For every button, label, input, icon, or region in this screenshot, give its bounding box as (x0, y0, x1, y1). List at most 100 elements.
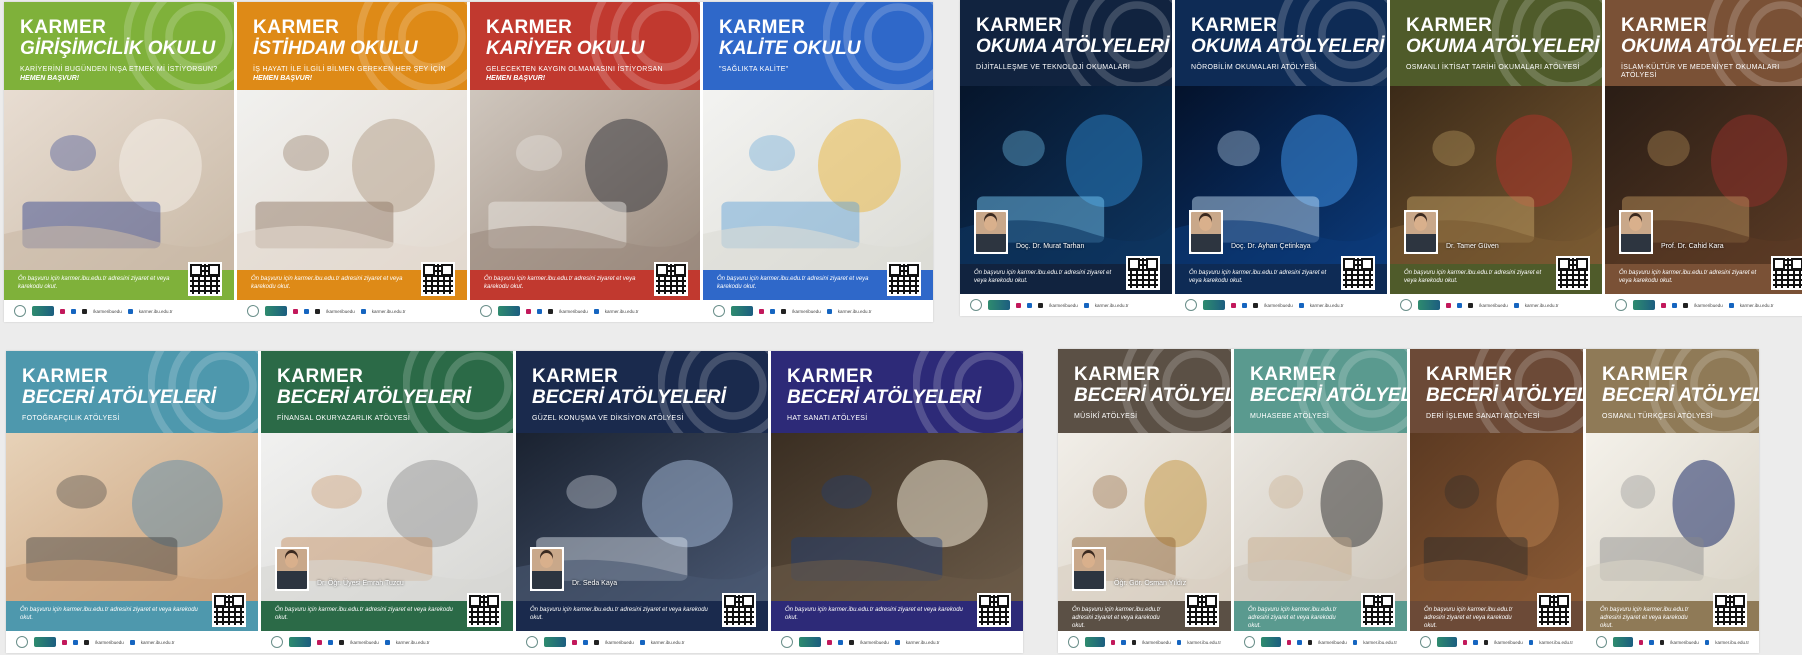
application-text: Ön başvuru için karmer.ibu.edu.tr adresi… (484, 276, 636, 290)
application-text: Ön başvuru için karmer.ibu.edu.tr adresi… (974, 270, 1112, 284)
qr-code[interactable] (1771, 256, 1802, 290)
qr-code[interactable] (887, 262, 921, 296)
social-handle: /karmeribuedu (95, 639, 124, 645)
poster-card[interactable]: KARMER OKUMA ATÖLYELERİ İSLAM-KÜLTÜR VE ME… (1605, 0, 1802, 316)
poster-card[interactable]: KARMER BECERİ ATÖLYELERİ FİNANSAL OKURYAZA… (261, 351, 513, 653)
qr-code[interactable] (467, 593, 501, 627)
qr-code[interactable] (421, 262, 455, 296)
web-icon (1176, 639, 1182, 645)
poster-title: BECERİ ATÖLYELERİ (1602, 385, 1759, 406)
poster-card[interactable]: KARMER OKUMA ATÖLYELERİ DİJİTALLEŞME VE TE… (960, 0, 1172, 316)
application-text: Ön başvuru için karmer.ibu.edu.tr adresi… (1189, 270, 1327, 284)
poster-photo: Dr. Seda Kaya (516, 433, 768, 601)
qr-code[interactable] (1341, 256, 1375, 290)
avatar (1406, 212, 1436, 252)
brand-name: KARMER (486, 17, 573, 38)
web-icon (1704, 639, 1710, 645)
brand-name: KARMER (1191, 15, 1278, 36)
x-icon (1131, 639, 1136, 645)
website-url: karmer.ibu.edu.tr (1539, 639, 1573, 645)
poster-card[interactable]: KARMER İSTİHDAM OKULU İŞ HAYATI İLE İLGİLİ… (237, 2, 467, 322)
poster-card[interactable]: KARMER KALİTE OKULU "SAĞLIKTA KALİTE" Ön b… (703, 2, 933, 322)
poster-footer: /karmeribuedu karmer.ibu.edu.tr (703, 300, 933, 322)
poster-card[interactable]: KARMER OKUMA ATÖLYELERİ OSMANLI İKTİSAT TA… (1390, 0, 1602, 316)
facebook-icon (770, 308, 775, 314)
scene-illustration (237, 90, 467, 270)
qr-code[interactable] (188, 262, 222, 296)
website-url: karmer.ibu.edu.tr (650, 639, 685, 645)
karmer-logo (498, 306, 520, 316)
web-icon (360, 308, 366, 314)
website-url: karmer.ibu.edu.tr (905, 639, 940, 645)
qr-code-pattern (1363, 595, 1393, 625)
poster-card[interactable]: KARMERBECERİ ATÖLYELERİ DERİ İŞLEME SANAT… (1410, 349, 1583, 653)
social-handle: /karmeribuedu (326, 308, 355, 314)
qr-code[interactable] (977, 593, 1011, 627)
poster-card[interactable]: KARMER KARİYER OKULU GELECEKTEN KAYGIN OLM… (470, 2, 700, 322)
poster-title: OKUMA ATÖLYELERİ (1406, 36, 1600, 57)
karmer-logo (1633, 300, 1655, 310)
qr-code[interactable] (1126, 256, 1160, 290)
qr-code[interactable] (1556, 256, 1590, 290)
instagram-icon (1016, 302, 1021, 308)
poster-footer: /karmeribuedu karmer.ibu.edu.tr (1586, 631, 1759, 653)
poster-subtitle: DİJİTALLEŞME VE TEKNOLOJİ OKUMALARI (976, 63, 1131, 71)
qr-code[interactable] (1361, 593, 1395, 627)
qr-code[interactable] (1185, 593, 1219, 627)
qr-code[interactable] (212, 593, 246, 627)
poster-card[interactable]: KARMERBECERİ ATÖLYELERİ OSMANLI TÜRKÇESİ … (1586, 349, 1759, 653)
application-text: Ön başvuru için karmer.ibu.edu.tr adresi… (20, 607, 198, 621)
facebook-icon (1242, 302, 1247, 308)
website-url: karmer.ibu.edu.tr (1715, 639, 1749, 645)
karmer-logo (265, 306, 287, 316)
qr-code[interactable] (654, 262, 688, 296)
scene-illustration (1410, 433, 1583, 601)
poster-footer: /karmeribuedu karmer.ibu.edu.tr (516, 631, 768, 653)
university-logo (247, 305, 259, 317)
scene-illustration (1586, 433, 1759, 601)
poster-photo (4, 90, 234, 270)
social-handle: /karmeribuedu (792, 308, 821, 314)
qr-code[interactable] (1713, 593, 1747, 627)
poster-subtitle: FİNANSAL OKURYAZARLIK ATÖLYESİ (277, 414, 411, 422)
scene-illustration (6, 433, 258, 601)
poster-card[interactable]: KARMERBECERİ ATÖLYELERİ MÛSİKÎ ATÖLYESİ Ö… (1058, 349, 1231, 653)
poster-photo: Doç. Dr. Ayhan Çetinkaya (1175, 86, 1387, 264)
application-band: Ön başvuru için karmer.ibu.edu.tr adresi… (771, 593, 1023, 631)
poster-card[interactable]: KARMER BECERİ ATÖLYELERİ HAT SANATI ATÖLYE… (771, 351, 1023, 653)
instructor-name: Prof. Dr. Cahid Kara (1661, 243, 1724, 250)
social-handle: /karmeribuedu (350, 639, 379, 645)
university-logo (1596, 636, 1607, 648)
brand-name: KARMER (1426, 364, 1513, 385)
poster-card[interactable]: KARMER BECERİ ATÖLYELERİ FOTOĞRAFÇILIK ATÖ… (6, 351, 258, 653)
x-icon (1659, 639, 1664, 645)
poster-card[interactable]: KARMER OKUMA ATÖLYELERİ NÖROBİLİM OKUMALAR… (1175, 0, 1387, 316)
qr-code-pattern (979, 595, 1009, 625)
facebook-icon (73, 639, 78, 645)
instructor-name: Doç. Dr. Murat Tarhan (1016, 243, 1085, 250)
poster-photo (1586, 433, 1759, 601)
instagram-icon (293, 308, 298, 314)
instagram-icon (60, 308, 65, 314)
poster-header: KARMER BECERİ ATÖLYELERİ GÜZEL KONUŞMA VE … (516, 351, 768, 433)
avatar (1191, 212, 1221, 252)
karmer-logo (1260, 637, 1281, 647)
poster-title: İSTİHDAM OKULU (253, 38, 418, 59)
website-url: karmer.ibu.edu.tr (371, 308, 406, 314)
scene-illustration (771, 433, 1023, 601)
facebook-icon (1649, 639, 1654, 645)
qr-code-pattern (1539, 595, 1569, 625)
web-icon (1083, 302, 1089, 308)
web-icon (639, 639, 645, 645)
poster-card[interactable]: KARMER BECERİ ATÖLYELERİ GÜZEL KONUŞMA VE … (516, 351, 768, 653)
poster-title: OKUMA ATÖLYELERİ (1191, 36, 1385, 57)
poster-card[interactable]: KARMER GİRİŞİMCİLİK OKULU KARİYERİNİ BUGÜN… (4, 2, 234, 322)
university-logo (1244, 636, 1255, 648)
poster-header: KARMER GİRİŞİMCİLİK OKULU KARİYERİNİ BUGÜN… (4, 2, 234, 90)
application-text: Ön başvuru için karmer.ibu.edu.tr adresi… (1600, 607, 1689, 629)
poster-card[interactable]: KARMERBECERİ ATÖLYELERİ MUHASEBE ATÖLYESİ… (1234, 349, 1407, 653)
university-logo (1068, 636, 1079, 648)
qr-code[interactable] (1537, 593, 1571, 627)
qr-code[interactable] (722, 593, 756, 627)
poster-footer: /karmeribuedu karmer.ibu.edu.tr (261, 631, 513, 653)
